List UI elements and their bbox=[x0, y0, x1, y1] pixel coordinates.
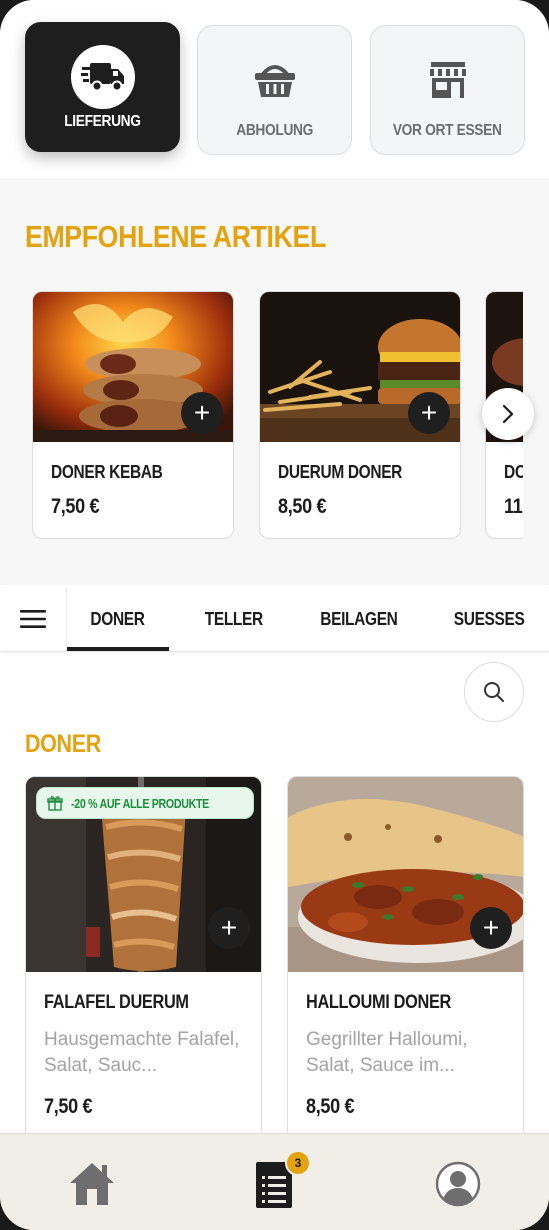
app-screen: LIEFERUNG ABHOLUNG VOR ORT ESSEN EMPFOHL… bbox=[0, 0, 549, 1230]
product-price: 7,50 € bbox=[51, 495, 100, 518]
recommended-card[interactable]: + DONER KEBAB 7,50 € bbox=[32, 291, 234, 539]
gift-icon bbox=[47, 796, 63, 811]
mode-pickup-button[interactable]: ABHOLUNG bbox=[197, 25, 352, 155]
product-card[interactable]: -20 % AUF ALLE PRODUKTE + FALAFEL DUERUM… bbox=[25, 776, 262, 1156]
tab-label: TELLER bbox=[204, 608, 264, 629]
product-price: 8,50 € bbox=[278, 495, 327, 518]
tab-label: BEILAGEN bbox=[320, 608, 398, 629]
home-icon bbox=[70, 1163, 114, 1205]
promo-text: -20 % AUF ALLE PRODUKTE bbox=[71, 795, 209, 811]
truck-icon bbox=[70, 45, 135, 109]
product-price: 11 bbox=[504, 495, 523, 518]
nav-home-button[interactable] bbox=[62, 1156, 122, 1212]
promo-badge: -20 % AUF ALLE PRODUKTE bbox=[36, 787, 255, 819]
product-price: 8,50 € bbox=[306, 1095, 355, 1118]
mode-dine-in-button[interactable]: VOR ORT ESSEN bbox=[370, 25, 525, 155]
delivery-mode-selector: LIEFERUNG ABHOLUNG VOR ORT ESSEN bbox=[0, 0, 549, 180]
mode-label: LIEFERUNG bbox=[64, 113, 141, 130]
mode-label: ABHOLUNG bbox=[236, 122, 313, 139]
nav-profile-button[interactable] bbox=[428, 1156, 488, 1212]
product-description: Hausgemachte Falafel, Salat, Sauc... bbox=[44, 1029, 240, 1076]
search-icon bbox=[484, 682, 504, 702]
bottom-navigation: 3 bbox=[0, 1133, 549, 1230]
recommended-section: EMPFOHLENE ARTIKEL + DONER KEBAB 7,50 € … bbox=[0, 181, 549, 585]
product-name: DUERUM DONER bbox=[278, 462, 403, 482]
basket-icon bbox=[243, 48, 307, 112]
recommended-carousel[interactable]: + DONER KEBAB 7,50 € + DUERUM DONER 8,50… bbox=[32, 291, 523, 541]
tab-label: DONER bbox=[90, 608, 146, 629]
recommended-card[interactable]: + DUERUM DONER 8,50 € bbox=[259, 291, 461, 539]
product-name: FALAFEL DUERUM bbox=[44, 992, 189, 1013]
product-name: DO bbox=[504, 462, 523, 482]
profile-icon bbox=[435, 1161, 481, 1207]
mode-label: VOR ORT ESSEN bbox=[393, 122, 502, 139]
nav-menu-button[interactable]: 3 bbox=[245, 1150, 311, 1212]
cart-count-badge: 3 bbox=[285, 1150, 311, 1176]
hamburger-icon bbox=[20, 610, 46, 628]
product-name: HALLOUMI DONER bbox=[306, 992, 451, 1013]
store-icon bbox=[416, 48, 480, 112]
product-card[interactable]: + HALLOUMI DONER Gegrillter Halloumi, Sa… bbox=[287, 776, 524, 1156]
product-name: DONER KEBAB bbox=[51, 462, 163, 482]
search-button[interactable] bbox=[464, 662, 524, 722]
section-title: EMPFOHLENE ARTIKEL bbox=[25, 219, 326, 254]
chevron-right-icon bbox=[502, 404, 514, 424]
tab-suesses[interactable]: SUESSES bbox=[434, 587, 544, 651]
add-to-cart-button[interactable]: + bbox=[181, 392, 223, 434]
mode-delivery-button[interactable]: LIEFERUNG bbox=[25, 22, 180, 152]
add-to-cart-button[interactable]: + bbox=[470, 907, 512, 949]
product-description: Gegrillter Halloumi, Salat, Sauce im... bbox=[306, 1029, 468, 1076]
tab-teller[interactable]: TELLER bbox=[183, 587, 285, 651]
carousel-next-button[interactable] bbox=[482, 388, 534, 440]
category-tab-bar: DONER TELLER BEILAGEN SUESSES bbox=[0, 587, 549, 652]
tab-doner[interactable]: DONER bbox=[67, 587, 169, 651]
section-title: DONER bbox=[25, 730, 101, 758]
add-to-cart-button[interactable]: + bbox=[208, 907, 250, 949]
add-to-cart-button[interactable]: + bbox=[408, 392, 450, 434]
product-price: 7,50 € bbox=[44, 1095, 93, 1118]
tab-beilagen[interactable]: BEILAGEN bbox=[300, 587, 418, 651]
tab-label: SUESSES bbox=[453, 608, 525, 629]
category-menu-button[interactable] bbox=[0, 587, 67, 651]
